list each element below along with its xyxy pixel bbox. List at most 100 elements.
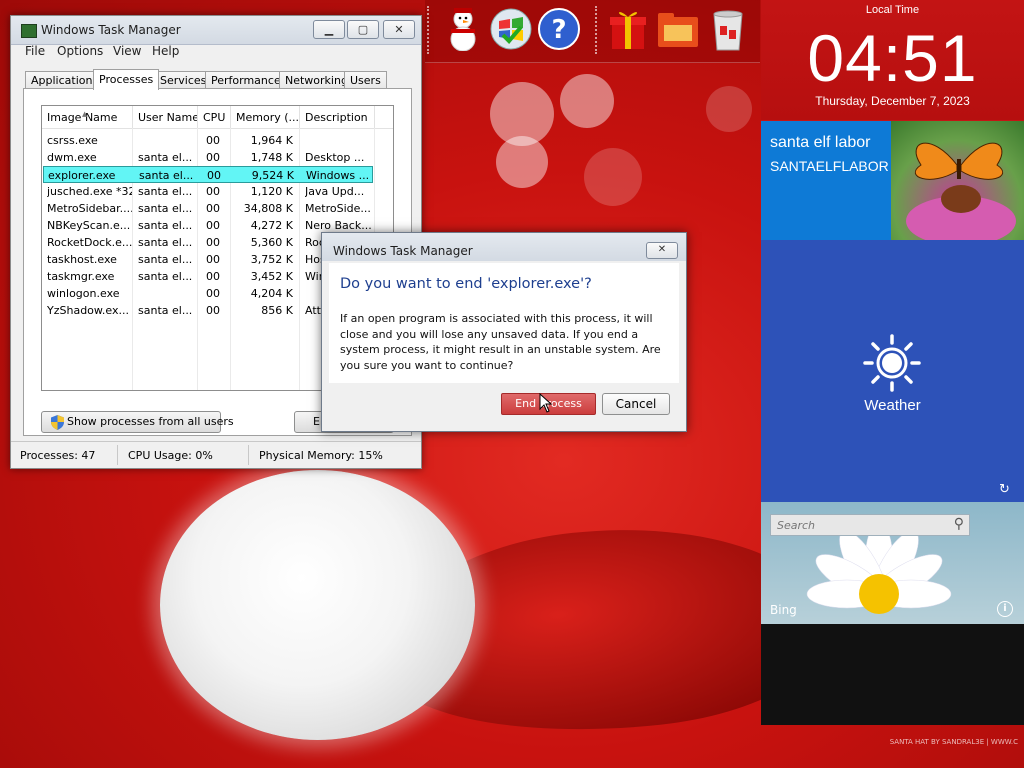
- dock-separator: [595, 6, 598, 54]
- folder-icon[interactable]: [655, 6, 701, 52]
- task-manager-titlebar[interactable]: Windows Task Manager ▁ ▢ ✕: [11, 16, 421, 45]
- column-image-name[interactable]: ▲ Image Name: [42, 106, 133, 128]
- tab-performance[interactable]: Performance: [205, 71, 287, 89]
- gift-icon[interactable]: [605, 6, 651, 52]
- metro-sidebar: Local Time 04:51 Thursday, December 7, 2…: [761, 0, 1024, 725]
- cell-image-name: taskhost.exe: [47, 253, 117, 266]
- cell-image-name: csrss.exe: [47, 134, 98, 147]
- cell-cpu: 00: [206, 185, 220, 198]
- search-icon[interactable]: ⚲: [954, 516, 964, 532]
- snowman-icon[interactable]: [440, 6, 486, 52]
- status-divider: [117, 445, 118, 465]
- cell-cpu: 00: [206, 134, 220, 147]
- cell-memory: 1,748 K: [250, 151, 293, 164]
- bokeh-light: [584, 148, 642, 206]
- windows-orb-icon[interactable]: [488, 6, 534, 52]
- cell-user-name: santa el...: [138, 219, 193, 232]
- cell-cpu: 00: [207, 169, 221, 182]
- cell-image-name: explorer.exe: [48, 169, 116, 182]
- status-divider: [248, 445, 249, 465]
- menu-file[interactable]: File: [25, 44, 45, 58]
- menu-view[interactable]: View: [113, 44, 141, 58]
- cell-user-name: santa el...: [138, 253, 193, 266]
- maximize-button[interactable]: ▢: [347, 20, 379, 39]
- recycle-bin-icon[interactable]: [705, 6, 751, 52]
- close-icon: ✕: [394, 23, 404, 36]
- cell-image-name: RocketDock.e...: [47, 236, 132, 249]
- cell-image-name: YzShadow.ex...: [47, 304, 129, 317]
- table-row[interactable]: MetroSidebar.... santa el... 00 34,808 K Met…: [42, 200, 393, 217]
- tab-processes[interactable]: Processes: [93, 69, 160, 90]
- info-icon[interactable]: i: [997, 601, 1013, 617]
- table-row[interactable]: dwm.exe santa el... 00 1,748 K Desktop ...: [42, 149, 393, 166]
- column-description[interactable]: Description: [300, 106, 375, 128]
- bokeh-light: [706, 86, 752, 132]
- menu-help[interactable]: Help: [152, 44, 179, 58]
- cell-image-name: jusched.exe *32: [47, 185, 132, 198]
- cell-memory: 1,964 K: [250, 134, 293, 147]
- table-row[interactable]: csrss.exe 00 1,964 K: [42, 132, 393, 149]
- column-cpu[interactable]: CPU: [198, 106, 231, 128]
- show-all-processes-button[interactable]: Show processes from all users: [41, 411, 234, 433]
- user-photo-tile[interactable]: [891, 121, 1024, 240]
- minimize-button[interactable]: ▁: [313, 20, 345, 39]
- clock-tile[interactable]: Local Time 04:51 Thursday, December 7, 2…: [761, 0, 1024, 120]
- dialog-close-button[interactable]: ✕: [646, 242, 678, 259]
- cell-user-name: [138, 132, 196, 149]
- santa-hat-pompom: [160, 470, 475, 740]
- column-memory[interactable]: Memory (...: [231, 106, 300, 128]
- help-icon[interactable]: ?: [536, 6, 582, 52]
- process-list-header: ▲ Image Name User Name CPU Memory (... De…: [42, 106, 393, 129]
- cell-user-name: santa el...: [139, 169, 194, 182]
- cell-cpu: 00: [206, 287, 220, 300]
- cell-memory: 9,524 K: [251, 169, 294, 182]
- wallpaper-credit: SANTA HAT BY SANDRAL3E | WWW.C: [889, 738, 1018, 746]
- status-physical-memory: Physical Memory: 15%: [259, 449, 383, 462]
- tab-users[interactable]: Users: [344, 71, 387, 89]
- refresh-icon[interactable]: ↻: [999, 482, 1010, 497]
- table-row[interactable]: jusched.exe *32 santa el... 00 1,120 K Java …: [42, 183, 393, 200]
- uac-shield-icon: [51, 415, 64, 437]
- end-process-label: E: [313, 415, 320, 428]
- cell-description: Desktop ...: [305, 151, 365, 164]
- cell-cpu: 00: [206, 219, 220, 232]
- bing-tile[interactable]: Search ⚲ Bing i: [761, 502, 1024, 624]
- tab-networking[interactable]: Networking: [279, 71, 354, 89]
- close-icon: ✕: [657, 244, 667, 255]
- close-button[interactable]: ✕: [383, 20, 415, 39]
- dialog-titlebar[interactable]: Windows Task Manager ✕: [322, 233, 686, 261]
- cell-cpu: 00: [206, 236, 220, 249]
- search-input[interactable]: Search ⚲: [770, 514, 970, 536]
- show-all-processes-label: Show processes from all users: [67, 415, 234, 428]
- rocket-dock: ?: [425, 0, 760, 63]
- cell-cpu: 00: [206, 270, 220, 283]
- weather-tile[interactable]: Weather ↻: [761, 240, 1024, 502]
- column-user-name[interactable]: User Name: [133, 106, 198, 128]
- cell-cpu: 00: [206, 304, 220, 317]
- cancel-button[interactable]: Cancel: [602, 393, 670, 415]
- bokeh-light: [560, 74, 614, 128]
- cell-memory: 1,120 K: [250, 185, 293, 198]
- menu-options[interactable]: Options: [57, 44, 103, 58]
- window-title: Windows Task Manager: [41, 23, 181, 37]
- cell-memory: 5,360 K: [250, 236, 293, 249]
- cell-description: Java Upd...: [305, 185, 365, 198]
- cell-cpu: 00: [206, 253, 220, 266]
- end-process-dialog: Windows Task Manager ✕ Do you want to en…: [321, 232, 687, 432]
- dialog-heading: Do you want to end 'explorer.exe'?: [340, 276, 592, 292]
- cell-image-name: taskmgr.exe: [47, 270, 115, 283]
- sun-icon: [863, 334, 921, 395]
- maximize-icon: ▢: [357, 23, 369, 36]
- user-tile[interactable]: santa elf labor SANTAELFLABOR: [761, 121, 891, 240]
- user-account-name: SANTAELFLABOR: [770, 158, 889, 174]
- mouse-cursor-icon: [539, 392, 553, 416]
- weather-label: Weather: [864, 397, 921, 414]
- table-row-selected[interactable]: explorer.exe santa el... 00 9,524 K Windows …: [43, 166, 373, 183]
- tab-services[interactable]: Services: [154, 71, 213, 89]
- clock-date: Thursday, December 7, 2023: [815, 94, 970, 108]
- cell-image-name: NBKeyScan.e...: [47, 219, 131, 232]
- cell-memory: 34,808 K: [243, 202, 293, 215]
- cell-user-name: santa el...: [138, 202, 193, 215]
- status-bar: Processes: 47 CPU Usage: 0% Physical Mem…: [11, 441, 421, 468]
- cell-image-name: winlogon.exe: [47, 287, 120, 300]
